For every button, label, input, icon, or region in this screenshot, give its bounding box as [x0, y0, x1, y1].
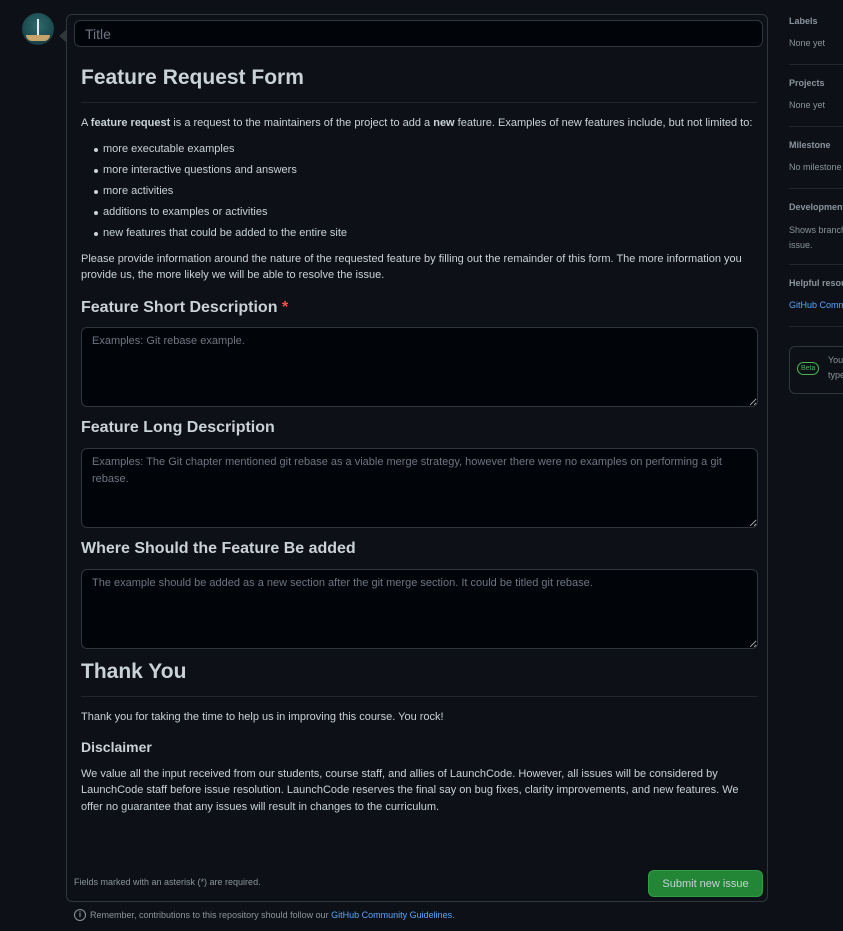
- beta-line-2: type: [828, 370, 843, 380]
- avatar-hull: [26, 35, 50, 41]
- list-item: more interactive questions and answers: [94, 160, 757, 181]
- guidelines-end: .: [452, 910, 455, 920]
- short-description-label: Feature Short Description: [81, 299, 278, 316]
- sidebar-heading-projects: Projects: [789, 78, 825, 88]
- intro-paragraph: A feature request is a request to the ma…: [81, 115, 757, 131]
- required-asterisk: *: [281, 299, 289, 316]
- sidebar: Labels None yet Projects None yet Milest…: [789, 0, 843, 931]
- beta-line-1: You: [828, 355, 843, 365]
- community-guidelines-link[interactable]: GitHub Community Guidelines: [331, 910, 452, 920]
- sidebar-heading-helpful: Helpful resources: [789, 278, 843, 288]
- submit-new-issue-button[interactable]: Submit new issue: [648, 870, 763, 897]
- field-where-added: Where Should the Feature Be added: [81, 539, 758, 649]
- title-input[interactable]: [74, 20, 763, 47]
- intro-text-a: A: [81, 117, 91, 129]
- list-item: more executable examples: [94, 139, 757, 160]
- intro-text-end: feature. Examples of new features includ…: [454, 117, 753, 129]
- sidebar-heading-labels: Labels: [789, 16, 818, 26]
- sidebar-value-projects: None yet: [789, 100, 826, 110]
- development-line-1: Shows branches: [789, 225, 843, 235]
- sidebar-helpful-resources: Helpful resources GitHub Community: [789, 278, 843, 327]
- form-heading: Feature Request Form: [81, 63, 757, 103]
- beta-feedback-box: Beta You type: [789, 346, 843, 394]
- field-long-description: Feature Long Description: [81, 418, 758, 528]
- form-content: Feature Request Form A feature request i…: [81, 63, 758, 815]
- thanks-text: Thank you for taking the time to help us…: [81, 711, 444, 723]
- beta-text: You type: [828, 353, 843, 383]
- sidebar-heading-milestone: Milestone: [789, 140, 831, 150]
- sidebar-value-labels: None yet: [789, 38, 826, 48]
- list-item: more activities: [94, 181, 757, 202]
- sidebar-heading-development: Development: [789, 202, 843, 212]
- short-description-textarea[interactable]: [81, 327, 758, 407]
- list-item: additions to examples or activities: [94, 202, 757, 223]
- sidebar-value-milestone: No milestone: [789, 162, 842, 172]
- thanks-heading: Thank You: [81, 657, 757, 697]
- github-community-link[interactable]: GitHub Community: [789, 300, 843, 310]
- feature-list: more executable examples more interactiv…: [81, 139, 757, 244]
- community-guidelines-note: i Remember, contributions to this reposi…: [74, 909, 455, 921]
- sidebar-projects[interactable]: Projects None yet: [789, 78, 843, 127]
- field-short-description: Feature Short Description *: [81, 298, 758, 407]
- list-item: new features that could be added to the …: [94, 223, 757, 244]
- where-added-textarea[interactable]: [81, 569, 758, 649]
- avatar[interactable]: [22, 13, 54, 45]
- sidebar-milestone[interactable]: Milestone No milestone: [789, 140, 843, 189]
- development-line-2: issue.: [789, 240, 813, 250]
- field-label: Feature Short Description *: [81, 298, 757, 318]
- info-circle-icon: i: [74, 909, 86, 921]
- beta-badge: Beta: [797, 362, 820, 375]
- intro-bold-new: new: [433, 117, 455, 129]
- issue-form: Feature Request Form A feature request i…: [59, 14, 768, 902]
- required-fields-note: Fields marked with an asterisk (*) are r…: [74, 877, 261, 887]
- intro-text-mid: is a request to the maintainers of the p…: [170, 117, 434, 129]
- disclaimer-heading: Disclaimer: [81, 738, 152, 755]
- where-added-label: Where Should the Feature Be added: [81, 540, 356, 557]
- avatar-mast: [37, 19, 39, 35]
- long-description-label: Feature Long Description: [81, 419, 275, 436]
- sidebar-labels[interactable]: Labels None yet: [789, 16, 843, 65]
- intro-bold-feature-request: feature request: [90, 117, 171, 129]
- sidebar-development[interactable]: Development Shows branches issue.: [789, 202, 843, 265]
- long-description-textarea[interactable]: [81, 448, 758, 528]
- disclaimer-text: We value all the input received from our…: [81, 767, 739, 813]
- info-paragraph: Please provide information around the na…: [81, 253, 742, 281]
- sidebar-value-development: Shows branches issue.: [789, 223, 843, 253]
- guidelines-text: Remember, contributions to this reposito…: [90, 910, 332, 920]
